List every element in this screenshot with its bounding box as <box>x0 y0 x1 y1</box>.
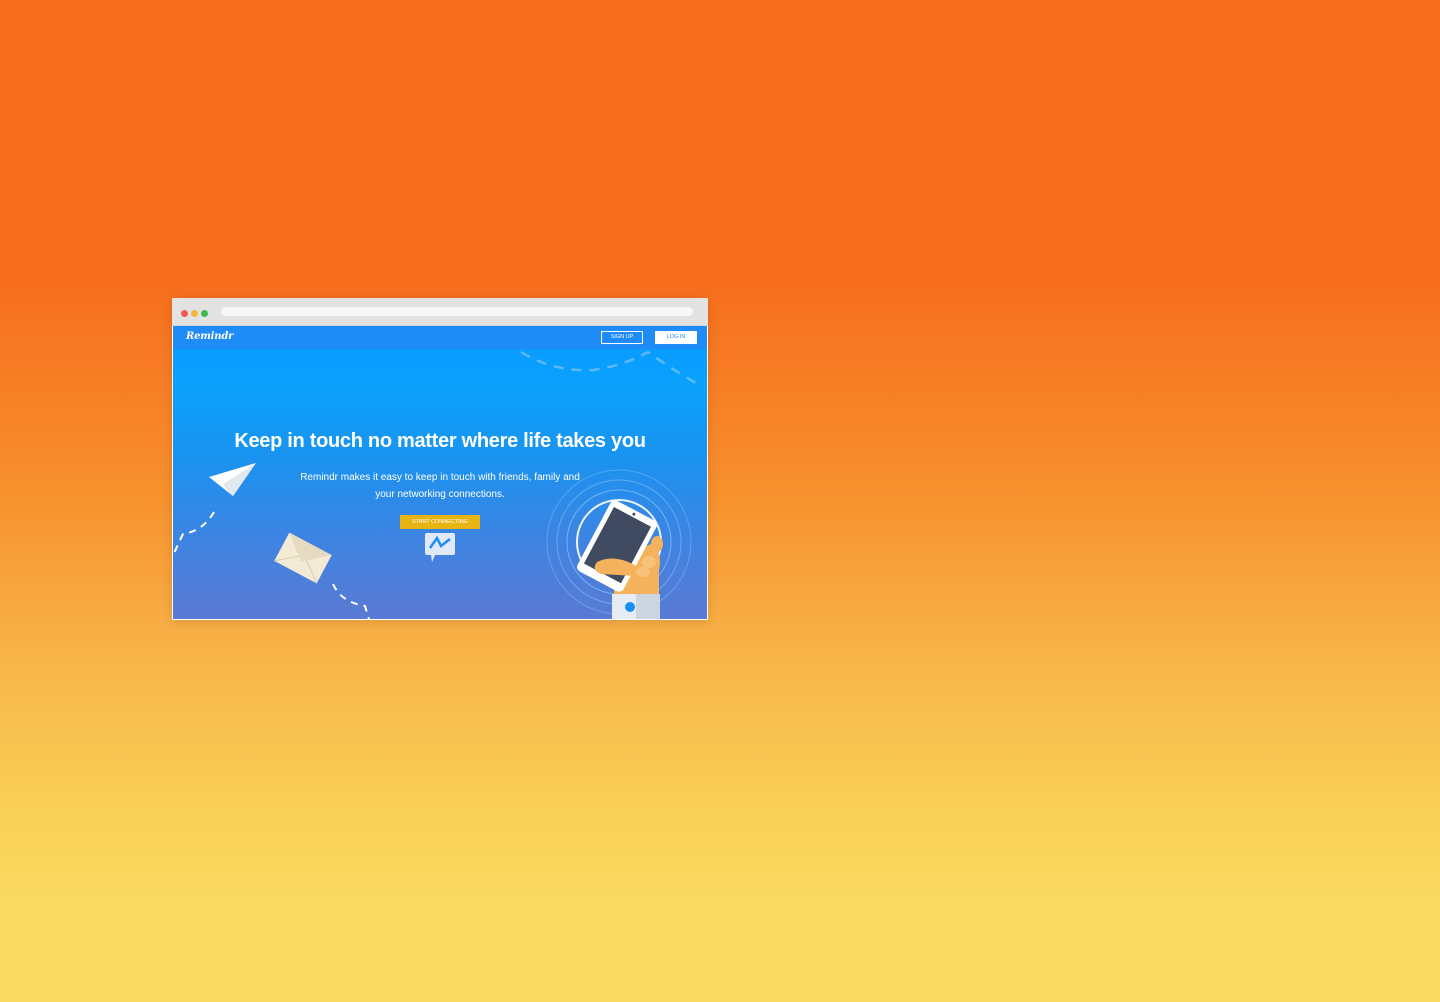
hero-subtitle: Remindr makes it easy to keep in touch w… <box>300 472 580 500</box>
address-bar[interactable] <box>221 307 693 316</box>
paper-plane-icon <box>209 463 256 496</box>
start-connecting-button[interactable]: START CONNECTING <box>400 515 480 529</box>
flight-path-left <box>173 511 215 557</box>
close-window-dot[interactable] <box>181 310 188 317</box>
browser-toolbar <box>172 298 708 326</box>
site-header: Remindr SIGN UP LOG IN <box>173 326 707 349</box>
envelope-icon <box>274 532 332 584</box>
log-in-button[interactable]: LOG IN <box>655 331 697 344</box>
maximize-window-dot[interactable] <box>201 310 208 317</box>
hero-headline: Keep in touch no matter where life takes… <box>234 430 646 452</box>
website-viewport: Remindr SIGN UP LOG IN Keep in touch no … <box>173 326 707 619</box>
flight-path-bottom <box>332 583 370 619</box>
sign-up-button[interactable]: SIGN UP <box>601 331 643 344</box>
brand-logo[interactable]: Remindr <box>186 331 233 342</box>
flight-path-top <box>520 350 702 388</box>
sleeve-cuff <box>612 594 660 619</box>
browser-window: Remindr SIGN UP LOG IN Keep in touch no … <box>172 298 708 620</box>
chat-bubble-icon <box>425 533 455 562</box>
minimize-window-dot[interactable] <box>191 310 198 317</box>
